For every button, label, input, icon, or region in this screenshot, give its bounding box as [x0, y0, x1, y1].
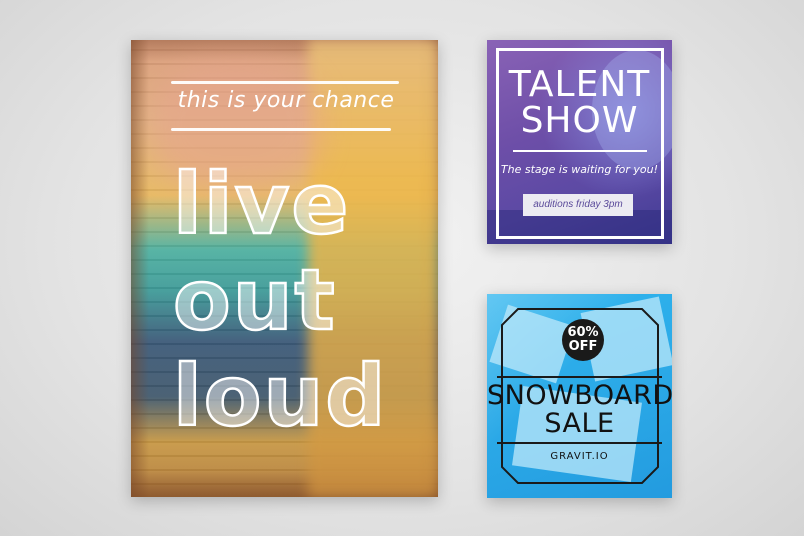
- website-label: GRAVIT.IO: [550, 451, 609, 462]
- talent-subtitle: The stage is waiting for you!: [500, 163, 659, 176]
- headline-out: out: [172, 251, 337, 349]
- bottom-rule: [171, 128, 391, 131]
- discount-badge: 60% OFF: [562, 319, 604, 361]
- poster-live-out-loud[interactable]: this is your chance live out loud: [131, 40, 438, 497]
- badge-off: OFF: [568, 339, 598, 354]
- snow-title-line1: SNOWBOARD: [487, 380, 672, 411]
- headline-loud: loud: [172, 347, 388, 445]
- poster-talent-show[interactable]: TALENT SHOW The stage is waiting for you…: [487, 40, 672, 244]
- headline-live: live: [172, 155, 351, 253]
- auditions-button[interactable]: auditions friday 3pm: [523, 194, 633, 216]
- snow-title-line2: SALE: [544, 408, 615, 439]
- talent-title-line1: TALENT: [508, 64, 651, 105]
- talent-title-line2: SHOW: [520, 100, 639, 141]
- poster-snowboard-sale[interactable]: 60% OFF SNOWBOARD SALE GRAVIT.IO: [487, 294, 672, 498]
- title-rule-bottom: [497, 442, 662, 444]
- title-divider: [513, 150, 647, 152]
- badge-percent: 60%: [567, 325, 599, 340]
- title-rule-top: [497, 376, 662, 378]
- top-rule: [171, 81, 399, 84]
- poster-tagline: this is your chance: [177, 88, 395, 113]
